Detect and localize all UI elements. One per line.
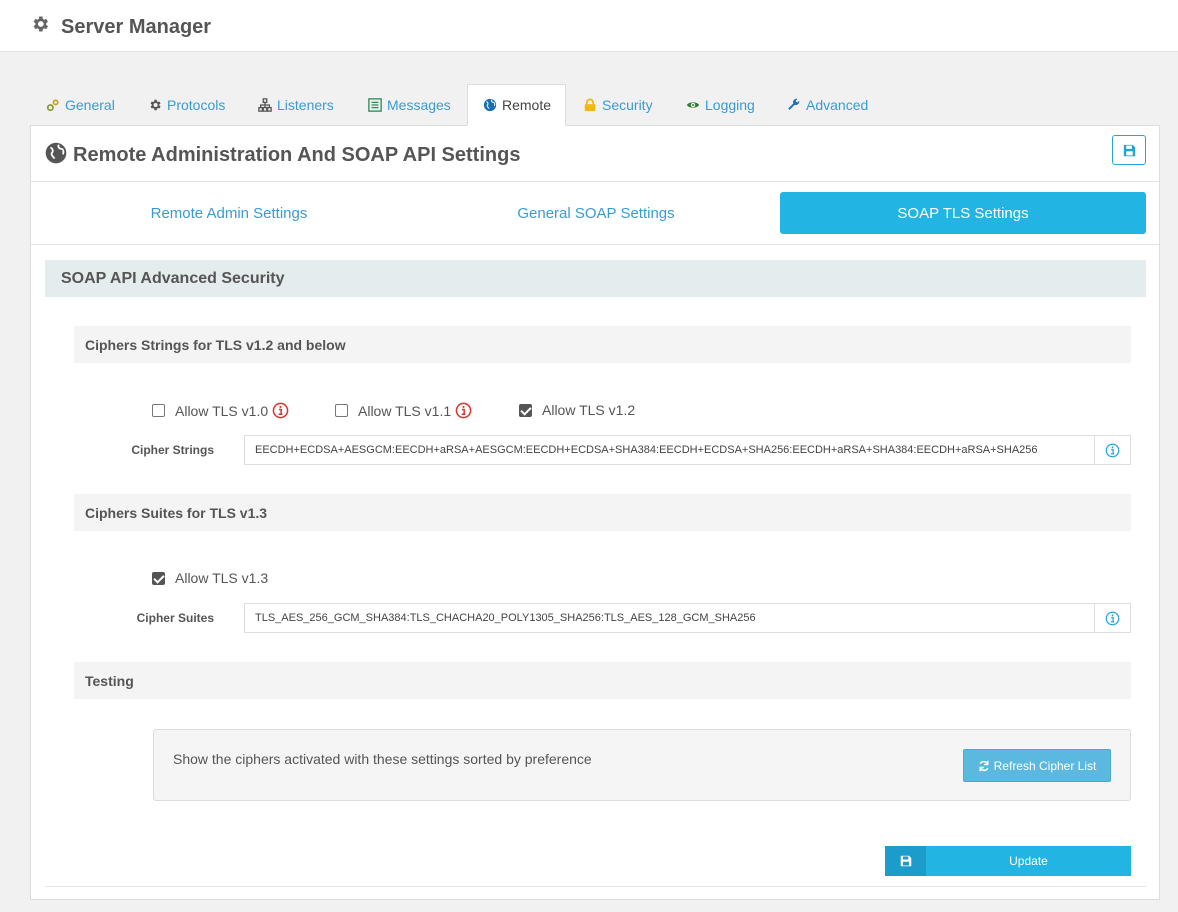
- allow-tls12-checkbox[interactable]: Allow TLS v1.2: [519, 402, 635, 418]
- list-icon: [368, 98, 382, 112]
- subtab-remote-admin[interactable]: Remote Admin Settings: [46, 192, 412, 234]
- tls11-label: Allow TLS v1.1: [358, 402, 452, 419]
- tls13-label: Allow TLS v1.3: [175, 570, 269, 586]
- cipher-strings-info[interactable]: [1094, 436, 1130, 464]
- tls10-check[interactable]: [152, 404, 165, 417]
- allow-tls11-checkbox[interactable]: Allow TLS v1.1: [335, 402, 472, 419]
- cipher-suites-input[interactable]: [245, 604, 1094, 632]
- eye-icon: [686, 102, 700, 108]
- cipher-suites-field: [244, 603, 1131, 633]
- tab-general[interactable]: General: [31, 84, 130, 126]
- tab-listeners-label: Listeners: [277, 97, 334, 113]
- tab-advanced-label: Advanced: [806, 97, 869, 113]
- tab-security-label: Security: [602, 97, 653, 113]
- tab-listeners[interactable]: Listeners: [243, 84, 349, 126]
- refresh-icon: [979, 760, 989, 771]
- tls13-group-title: Ciphers Suites for TLS v1.3: [74, 494, 1131, 531]
- sitemap-icon: [258, 98, 272, 112]
- info-icon: [1105, 611, 1120, 625]
- tab-logging-label: Logging: [705, 97, 755, 113]
- update-button[interactable]: Update: [885, 846, 1131, 876]
- info-icon: [1105, 443, 1120, 457]
- tls12-check[interactable]: [519, 403, 532, 417]
- info-warning-icon[interactable]: [272, 402, 289, 419]
- testing-description: Show the ciphers activated with these se…: [173, 751, 592, 767]
- tab-security[interactable]: Security: [568, 84, 668, 126]
- refresh-cipher-list-button[interactable]: Refresh Cipher List: [963, 749, 1111, 782]
- section-title: SOAP API Advanced Security: [45, 260, 1146, 297]
- update-label: Update: [1009, 854, 1048, 868]
- save-button[interactable]: [1112, 135, 1146, 165]
- testing-group-title: Testing: [74, 662, 1131, 699]
- subtab-general-soap[interactable]: General SOAP Settings: [413, 192, 779, 234]
- divider: [45, 886, 1146, 887]
- gear-icon: [33, 16, 48, 32]
- sub-tabs: Remote Admin Settings General SOAP Setti…: [31, 182, 1159, 245]
- info-warning-icon[interactable]: [455, 402, 472, 419]
- cogs-icon: [46, 99, 59, 112]
- settings-panel: Remote Administration And SOAP API Setti…: [30, 125, 1160, 900]
- tls12-label: Allow TLS v1.2: [542, 402, 636, 418]
- tab-general-label: General: [65, 97, 115, 113]
- tab-messages-label: Messages: [387, 97, 451, 113]
- cipher-suites-label: Cipher Suites: [136, 611, 214, 625]
- cipher-strings-input[interactable]: [245, 436, 1094, 464]
- allow-tls10-checkbox[interactable]: Allow TLS v1.0: [152, 402, 289, 419]
- panel-header: Remote Administration And SOAP API Setti…: [31, 126, 1159, 182]
- floppy-icon: [1123, 144, 1135, 156]
- tab-logging[interactable]: Logging: [671, 84, 770, 126]
- tls11-check[interactable]: [335, 404, 348, 417]
- gear-icon: [150, 99, 161, 111]
- main-tabs: General Protocols Listeners Messages Rem…: [30, 84, 1160, 126]
- allow-tls13-checkbox[interactable]: Allow TLS v1.3: [152, 570, 268, 586]
- refresh-label: Refresh Cipher List: [993, 758, 1097, 773]
- update-icon-box: [885, 846, 926, 876]
- tab-advanced[interactable]: Advanced: [772, 84, 883, 126]
- lock-icon: [584, 98, 596, 112]
- tab-messages[interactable]: Messages: [353, 84, 466, 126]
- cipher-strings-field: [244, 435, 1131, 465]
- cipher-strings-label: Cipher Strings: [131, 443, 214, 457]
- tab-remote-label: Remote: [502, 97, 552, 113]
- floppy-icon: [900, 855, 911, 867]
- cipher-suites-info[interactable]: [1094, 604, 1130, 632]
- tab-protocols-label: Protocols: [167, 97, 226, 113]
- tls12-group-title: Ciphers Strings for TLS v1.2 and below: [74, 326, 1131, 363]
- top-bar: Server Manager: [0, 0, 1178, 52]
- subtab-soap-tls[interactable]: SOAP TLS Settings: [780, 192, 1146, 234]
- testing-box: Show the ciphers activated with these se…: [153, 729, 1131, 801]
- globe-icon: [45, 142, 67, 164]
- app-title: Server Manager: [61, 16, 212, 38]
- tls13-check[interactable]: [152, 571, 165, 585]
- tab-protocols[interactable]: Protocols: [133, 84, 240, 126]
- tls10-label: Allow TLS v1.0: [175, 402, 269, 419]
- tab-remote[interactable]: Remote: [467, 84, 566, 126]
- globe-icon: [483, 98, 497, 112]
- page-title: Remote Administration And SOAP API Setti…: [73, 144, 521, 166]
- wrench-icon: [788, 98, 800, 110]
